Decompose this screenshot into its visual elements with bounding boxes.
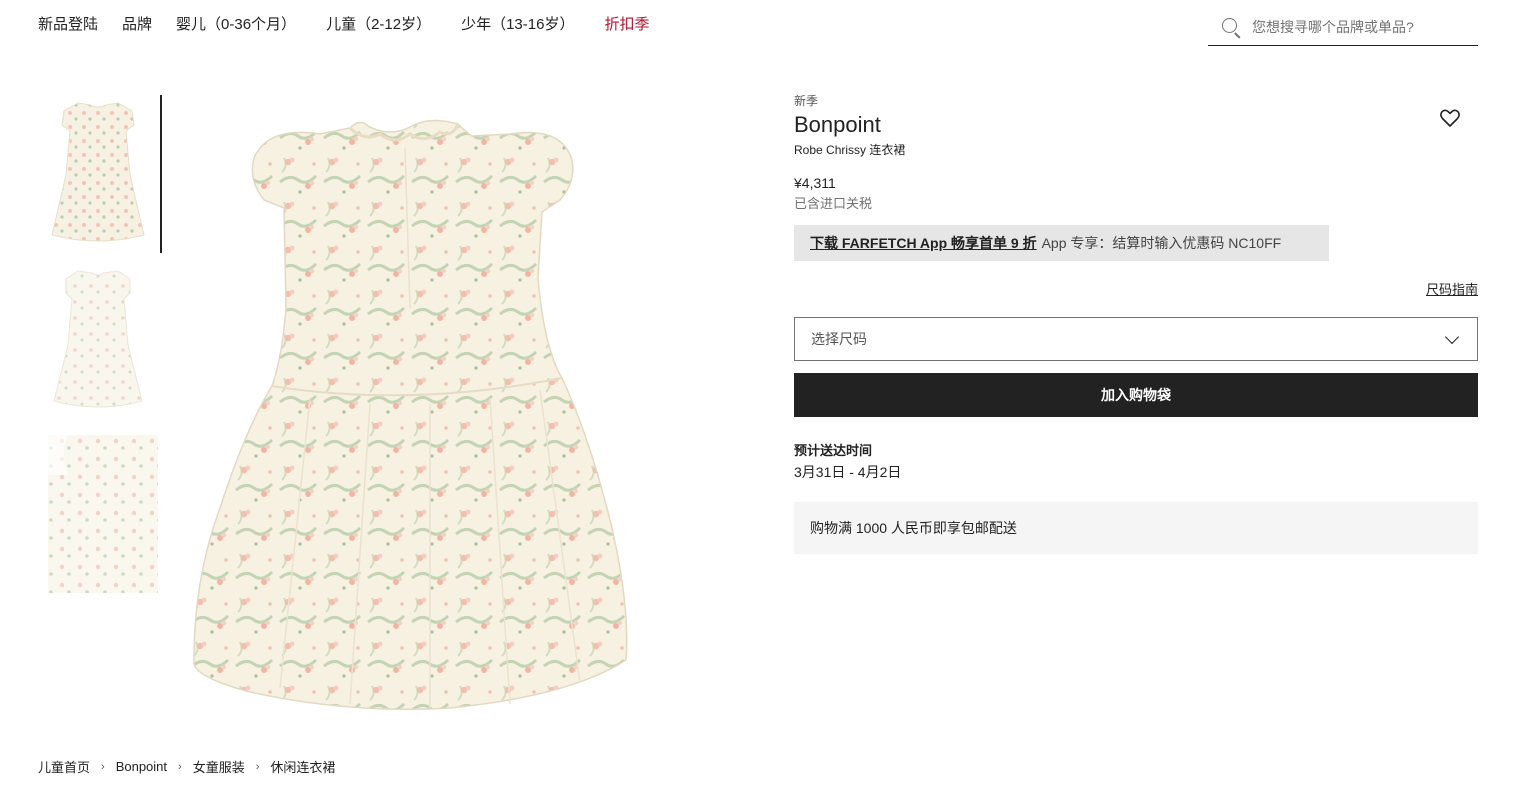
search-input[interactable] [1252,19,1472,35]
app-promo-banner: 下载 FARFETCH App 畅享首单 9 折 App 专享：结算时输入优惠码… [794,225,1329,261]
product-name: Robe Chrissy 连衣裙 [794,143,906,157]
breadcrumb-separator: › [178,760,182,773]
nav-item-brands[interactable]: 品牌 [122,13,152,34]
delivery-estimate: 预计送达时间 3月31日 - 4月2日 [794,440,901,482]
breadcrumb-brand[interactable]: Bonpoint [116,759,167,774]
nav-item-sale[interactable]: 折扣季 [604,13,649,34]
promo-code-text: App 专享：结算时输入优惠码 NC10FF [1041,235,1282,251]
thumbnail-front[interactable] [38,95,158,253]
size-select[interactable]: 选择尺码 [794,317,1478,361]
main-product-image[interactable] [190,108,630,713]
size-guide-row: 尺码指南 [794,279,1478,299]
breadcrumb: 儿童首页 › Bonpoint › 女童服装 › 休闲连衣裙 [38,757,335,776]
nav-item-new-arrivals[interactable]: 新品登陆 [38,13,98,34]
size-guide-link[interactable]: 尺码指南 [1426,282,1478,297]
thumbnail-list [38,95,162,605]
brand-name[interactable]: Bonpoint [794,112,1478,138]
free-shipping-banner: 购物满 1000 人民币即享包邮配送 [794,502,1478,554]
active-thumbnail-indicator [160,95,162,253]
tax-note: 已含进口关税 [794,196,873,211]
free-shipping-text: 购物满 1000 人民币即享包邮配送 [810,520,1017,536]
app-download-link[interactable]: 下载 FARFETCH App 畅享首单 9 折 [810,233,1037,253]
chevron-down-icon [1444,329,1460,344]
product-info: 新季 Bonpoint Robe Chrissy 连衣裙 ¥4,311 已含进口… [794,92,1478,261]
breadcrumb-girls-clothing[interactable]: 女童服装 [193,757,245,776]
nav-item-teens[interactable]: 少年（13-16岁） [461,13,574,34]
season-label: 新季 [794,94,819,108]
search-bar[interactable] [1208,9,1478,46]
nav-item-kids[interactable]: 儿童（2-12岁） [326,13,431,34]
thumbnail-back[interactable] [38,265,158,423]
thumbnail-detail[interactable] [38,435,158,593]
breadcrumb-separator: › [255,760,260,773]
breadcrumb-separator: › [101,760,105,773]
size-select-label: 选择尺码 [811,331,867,347]
delivery-dates: 3月31日 - 4月2日 [794,464,902,480]
top-nav: 新品登陆 品牌 婴儿（0-36个月） 儿童（2-12岁） 少年（13-16岁） … [38,12,673,34]
add-to-bag-button[interactable]: 加入购物袋 [794,373,1478,417]
breadcrumb-casual-dresses[interactable]: 休闲连衣裙 [270,757,335,776]
search-icon[interactable] [1220,16,1242,39]
delivery-title: 预计送达时间 [794,443,873,458]
price: ¥4,311 [794,175,836,191]
nav-item-baby[interactable]: 婴儿（0-36个月） [176,13,296,34]
breadcrumb-kids-home[interactable]: 儿童首页 [38,757,90,776]
heart-icon[interactable] [1438,106,1462,130]
